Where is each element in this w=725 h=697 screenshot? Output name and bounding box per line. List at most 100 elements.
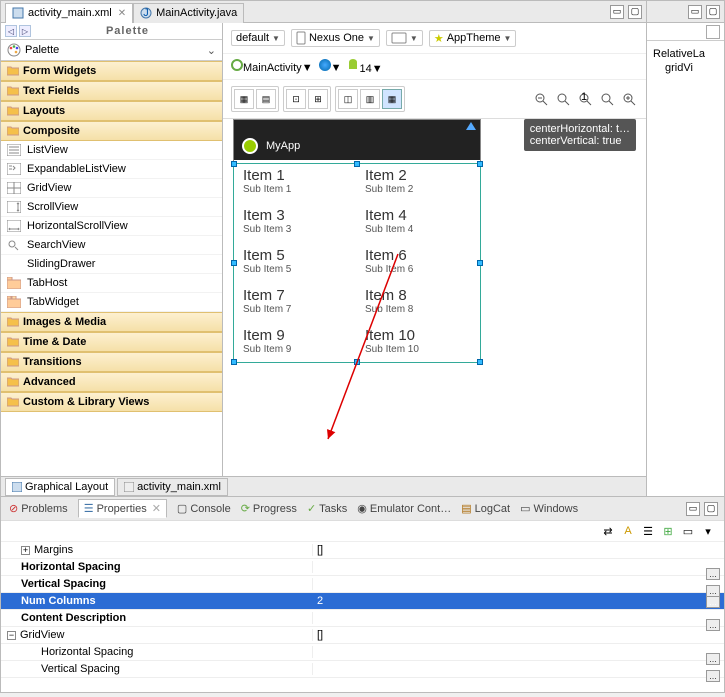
ltab-windows[interactable]: ▭Windows	[520, 502, 578, 515]
palette-item-horizontalscrollview[interactable]: HorizontalScrollView	[1, 217, 222, 236]
device-preview[interactable]: MyApp Item 1Sub Item 1Item 2Sub Item 2It…	[233, 119, 481, 363]
layout-v-button[interactable]: ▥	[360, 89, 380, 109]
btab-graphical-layout[interactable]: Graphical Layout	[5, 478, 115, 496]
toggle-bounds-button[interactable]: ▦	[234, 89, 254, 109]
prop-edit-button[interactable]: …	[706, 653, 720, 665]
palette-selector[interactable]: Palette ⌄	[1, 40, 222, 61]
palette-cat-text-fields[interactable]: Text Fields	[1, 81, 222, 101]
ltab-problems[interactable]: ⊘Problems	[9, 502, 68, 515]
ltab-properties[interactable]: ☰Properties✕	[78, 499, 167, 518]
theme-combo[interactable]: ★AppTheme▼	[429, 30, 517, 47]
palette-item-scrollview[interactable]: ScrollView	[1, 198, 222, 217]
palette-item-gridview[interactable]: GridView	[1, 179, 222, 198]
device-config-combo[interactable]: default▼	[231, 30, 285, 46]
prop-row-margins[interactable]: +Margins[]	[1, 542, 724, 559]
palette-title: Palette	[37, 25, 218, 37]
palette-item-expandablelistview[interactable]: ExpandableListView	[1, 160, 222, 179]
minimize-icon[interactable]: ▭	[686, 502, 700, 516]
ltab-emulator[interactable]: ◉Emulator Cont…	[357, 502, 451, 515]
minimize-icon[interactable]: ▭	[610, 5, 624, 19]
orientation-combo[interactable]: ▼	[386, 30, 423, 46]
palette-item-tabwidget[interactable]: TabWidget	[1, 293, 222, 312]
close-icon[interactable]: ✕	[152, 502, 161, 515]
activity-combo[interactable]: MainActivity▼	[231, 59, 313, 74]
gridview-widget[interactable]: Item 1Sub Item 1Item 2Sub Item 2Item 3Su…	[234, 160, 480, 362]
palette-item-searchview[interactable]: SearchView	[1, 236, 222, 255]
prop-tool-3[interactable]: ☰	[640, 523, 656, 539]
prop-edit-button[interactable]: …	[706, 596, 720, 608]
chevron-down-icon: ▼	[302, 62, 313, 74]
maximize-icon[interactable]: ▢	[706, 5, 720, 19]
prop-row-vspacing[interactable]: Vertical Spacing…	[1, 576, 724, 593]
prop-row-gv-vspacing[interactable]: Vertical Spacing…	[1, 661, 724, 678]
outline-node-gridview[interactable]: gridVi	[653, 61, 718, 75]
prop-edit-button[interactable]: …	[706, 568, 720, 580]
tasks-icon: ✓	[307, 502, 316, 515]
maximize-icon[interactable]: ▢	[628, 5, 642, 19]
layout-grid-button[interactable]: ▦	[382, 89, 402, 109]
cell-subtitle: Sub Item 4	[365, 224, 471, 235]
prop-row-hspacing[interactable]: Horizontal Spacing…	[1, 559, 724, 576]
locale-combo[interactable]: ▼	[319, 59, 342, 74]
outline-tree[interactable]: RelativeLa gridVi	[647, 41, 724, 81]
palette-item-listview[interactable]: ListView	[1, 141, 222, 160]
toggle-grid-button[interactable]: ▤	[256, 89, 276, 109]
listview-icon	[7, 144, 21, 156]
prop-row-numcolumns[interactable]: Num Columns2…	[1, 593, 724, 610]
palette-cat-layouts[interactable]: Layouts	[1, 101, 222, 121]
prop-tool-2[interactable]: A	[620, 523, 636, 539]
palette-back-icon[interactable]: ◁	[5, 25, 17, 37]
zoom-100-icon[interactable]: 1	[576, 90, 594, 108]
prop-row-gv-hspacing[interactable]: Horizontal Spacing…	[1, 644, 724, 661]
ltab-console[interactable]: ▢Console	[177, 502, 231, 515]
layout-h-button[interactable]: ◫	[338, 89, 358, 109]
palette-item-slidingdrawer[interactable]: SlidingDrawer	[1, 255, 222, 274]
star-icon: ★	[434, 32, 444, 45]
ltab-tasks[interactable]: ✓Tasks	[307, 502, 347, 515]
palette-cat-advanced[interactable]: Advanced	[1, 372, 222, 392]
cell-subtitle: Sub Item 9	[243, 344, 349, 355]
device-canvas[interactable]: MyApp Item 1Sub Item 1Item 2Sub Item 2It…	[223, 119, 646, 476]
btab-xml[interactable]: activity_main.xml	[117, 478, 228, 496]
expand-icon[interactable]: +	[21, 546, 30, 555]
properties-table[interactable]: +Margins[] Horizontal Spacing… Vertical …	[1, 542, 724, 692]
outline-node-relativelayout[interactable]: RelativeLa	[653, 47, 718, 61]
xml-file-icon	[12, 7, 24, 19]
close-icon[interactable]: ✕	[118, 8, 126, 19]
palette-fwd-icon[interactable]: ▷	[19, 25, 31, 37]
outline-tool-icon[interactable]	[706, 25, 720, 39]
palette-cat-transitions[interactable]: Transitions	[1, 352, 222, 372]
palette-cat-images-media[interactable]: Images & Media	[1, 312, 222, 332]
prop-row-contentdesc[interactable]: Content Description…	[1, 610, 724, 627]
palette-item-tabhost[interactable]: TabHost	[1, 274, 222, 293]
palette-cat-composite[interactable]: Composite	[1, 121, 222, 141]
align-button-2[interactable]: ⊞	[308, 89, 328, 109]
prop-tool-4[interactable]: ⊞	[660, 523, 676, 539]
zoom-out-icon[interactable]	[532, 90, 550, 108]
tab-mainactivity-java[interactable]: J MainActivity.java	[133, 3, 244, 23]
palette-cat-custom[interactable]: Custom & Library Views	[1, 392, 222, 412]
palette-selector-label: Palette	[25, 44, 59, 56]
globe-icon	[319, 59, 331, 71]
prop-edit-button[interactable]: …	[706, 670, 720, 682]
minimize-icon[interactable]: ▭	[688, 5, 702, 19]
api-combo[interactable]: 14▼	[347, 58, 382, 75]
device-combo[interactable]: Nexus One▼	[291, 29, 380, 47]
prop-row-gridview[interactable]: −GridView[]	[1, 627, 724, 644]
ltab-progress[interactable]: ⟳Progress	[241, 502, 297, 515]
ltab-logcat[interactable]: ▤LogCat	[461, 502, 510, 515]
collapse-icon[interactable]: −	[7, 631, 16, 640]
app-title: MyApp	[266, 140, 300, 152]
align-button-1[interactable]: ⊡	[286, 89, 306, 109]
zoom-fit-icon[interactable]	[554, 90, 572, 108]
maximize-icon[interactable]: ▢	[704, 502, 718, 516]
xml-icon	[124, 482, 134, 492]
zoom-in-icon[interactable]	[620, 90, 638, 108]
tab-activity-main-xml[interactable]: activity_main.xml ✕	[5, 3, 133, 23]
zoom-actual-icon[interactable]	[598, 90, 616, 108]
prop-tool-6[interactable]: ▾	[700, 523, 716, 539]
prop-tool-5[interactable]: ▭	[680, 523, 696, 539]
palette-cat-time-date[interactable]: Time & Date	[1, 332, 222, 352]
prop-tool-1[interactable]: ⇄	[600, 523, 616, 539]
palette-cat-form-widgets[interactable]: Form Widgets	[1, 61, 222, 81]
